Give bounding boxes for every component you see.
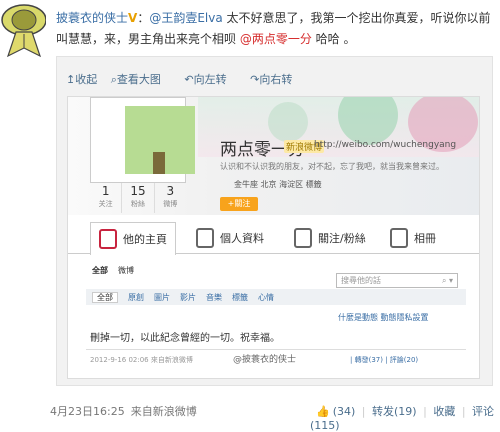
colon: ： bbox=[137, 11, 150, 25]
author-name[interactable]: 披蓑衣的侠士 bbox=[56, 11, 128, 25]
separator: | bbox=[423, 405, 427, 418]
profile-nav: 他的主頁 個人資料 關注/粉絲 相冊 bbox=[68, 222, 479, 255]
post-source[interactable]: 来自新浪微博 bbox=[131, 405, 197, 418]
search-placeholder: 搜尋他的話 bbox=[341, 276, 381, 285]
post-time[interactable]: 4月23日16:25 bbox=[50, 405, 125, 418]
stat-following[interactable]: 1 关注 bbox=[90, 183, 123, 213]
rotate-left-label: 向左转 bbox=[193, 73, 227, 86]
stat-number: 15 bbox=[130, 184, 146, 198]
author-avatar[interactable] bbox=[0, 0, 46, 58]
camera-icon bbox=[390, 228, 408, 248]
home-icon bbox=[99, 229, 117, 249]
tab-home-label: 他的主頁 bbox=[123, 233, 167, 246]
attached-screenshot[interactable]: 1 关注 15 粉絲 3 微博 两点零一分 新浪微博 http://weibo.com… bbox=[67, 96, 480, 379]
search-icon[interactable]: ⌕ ▾ bbox=[442, 274, 453, 287]
follow-button[interactable]: +關注 bbox=[220, 197, 258, 211]
tab-profile[interactable]: 個人資料 bbox=[196, 222, 264, 254]
post-footer-meta: 4月23日16:25 来自新浪微博 bbox=[50, 403, 203, 419]
tab-home[interactable]: 他的主頁 bbox=[90, 222, 176, 255]
sub-tab-weibo[interactable]: 微博 bbox=[118, 266, 134, 275]
filter-original[interactable]: 原創 bbox=[128, 293, 144, 302]
filter-bar: 全部 原創 圖片 影片 音樂 標籤 心情 bbox=[86, 289, 466, 305]
filter-mood[interactable]: 心情 bbox=[258, 293, 274, 302]
people-icon bbox=[294, 228, 312, 248]
like-count: (34) bbox=[332, 405, 356, 418]
rotate-right-button[interactable]: ↷向右转 bbox=[250, 73, 302, 86]
profile-meta: 金牛座 北京 海淀区 標籤 bbox=[234, 180, 322, 189]
tab-profile-label: 個人資料 bbox=[220, 232, 264, 245]
post-actions: 👍 (34) | 转发(19) | 收藏 | 评论(115) bbox=[310, 403, 500, 432]
profile-bio: 认识和不认识我的朋友，对不起，忘了我吧，就当我来曾来过。 bbox=[220, 162, 444, 171]
tree-trunk bbox=[153, 152, 165, 174]
stat-label: 微博 bbox=[163, 200, 178, 208]
weibo-stats[interactable]: | 轉發(37) | 評論(20) bbox=[350, 355, 418, 365]
weibo-time: 2012-9-16 02:06 來自新浪微博 bbox=[90, 356, 193, 364]
profile-search-input[interactable]: 搜尋他的話 ⌕ ▾ bbox=[336, 273, 458, 288]
filter-all[interactable]: 全部 bbox=[92, 292, 118, 303]
stat-label: 粉絲 bbox=[130, 200, 145, 208]
mention-liangdian[interactable]: @两点零一分 bbox=[240, 32, 312, 46]
weibo-text: 刪掉一切，以此紀念曾經的一切。祝幸福。 bbox=[90, 333, 280, 344]
person-icon bbox=[196, 228, 214, 248]
profile-stats: 1 关注 15 粉絲 3 微博 bbox=[90, 183, 186, 213]
stat-weibo[interactable]: 3 微博 bbox=[155, 183, 186, 213]
verified-icon[interactable]: V bbox=[128, 11, 137, 25]
tab-follows[interactable]: 關注/粉絲 bbox=[294, 222, 366, 254]
stat-label: 关注 bbox=[98, 200, 113, 208]
tab-album[interactable]: 相冊 bbox=[390, 222, 436, 254]
favorite-button[interactable]: 收藏 bbox=[433, 405, 455, 418]
post-text: 披蓑衣的侠士V：@王韵壹Elva 太不好意思了，我第一个挖出你真爱，听说你以前叫… bbox=[56, 8, 496, 50]
view-large-button[interactable]: ⌕查看大图 bbox=[111, 73, 171, 86]
filter-music[interactable]: 音樂 bbox=[206, 293, 222, 302]
post-body-2: 哈哈 。 bbox=[311, 32, 356, 46]
rotate-left-button[interactable]: ↶向左转 bbox=[184, 73, 236, 86]
mention-elva[interactable]: @王韵壹Elva bbox=[149, 11, 222, 25]
profile-url[interactable]: http://weibo.com/wuchengyang bbox=[314, 140, 456, 150]
tab-follows-label: 關注/粉絲 bbox=[318, 232, 366, 245]
filter-images[interactable]: 圖片 bbox=[154, 293, 170, 302]
like-button[interactable]: 👍 (34) bbox=[313, 405, 355, 418]
profile-picture bbox=[90, 97, 195, 183]
sub-tabs: 全部 微博 bbox=[92, 265, 144, 276]
repost-button[interactable]: 转发(19) bbox=[372, 405, 417, 418]
separator: | bbox=[461, 405, 466, 418]
stat-number: 3 bbox=[166, 184, 175, 198]
stat-number: 1 bbox=[101, 184, 110, 198]
tab-album-label: 相冊 bbox=[414, 232, 436, 245]
stat-fans[interactable]: 15 粉絲 bbox=[122, 183, 155, 213]
divider bbox=[86, 349, 466, 350]
filter-video[interactable]: 影片 bbox=[180, 293, 196, 302]
activity-links[interactable]: 什麼是動態 動態隱私設置 bbox=[338, 312, 429, 323]
thumbs-up-icon: 👍 bbox=[316, 405, 330, 418]
watermark: @披蓑衣的侠士 bbox=[233, 355, 297, 365]
separator: | bbox=[361, 405, 366, 418]
view-large-label: 查看大图 bbox=[116, 73, 161, 86]
filter-tags[interactable]: 標籤 bbox=[232, 293, 248, 302]
image-toolbar: ↥收起 ⌕查看大图 ↶向左转 ↷向右转 bbox=[66, 71, 312, 87]
rotate-right-label: 向右转 bbox=[259, 73, 293, 86]
sub-tab-all[interactable]: 全部 bbox=[92, 266, 108, 275]
collapse-button[interactable]: ↥收起 bbox=[66, 73, 97, 86]
